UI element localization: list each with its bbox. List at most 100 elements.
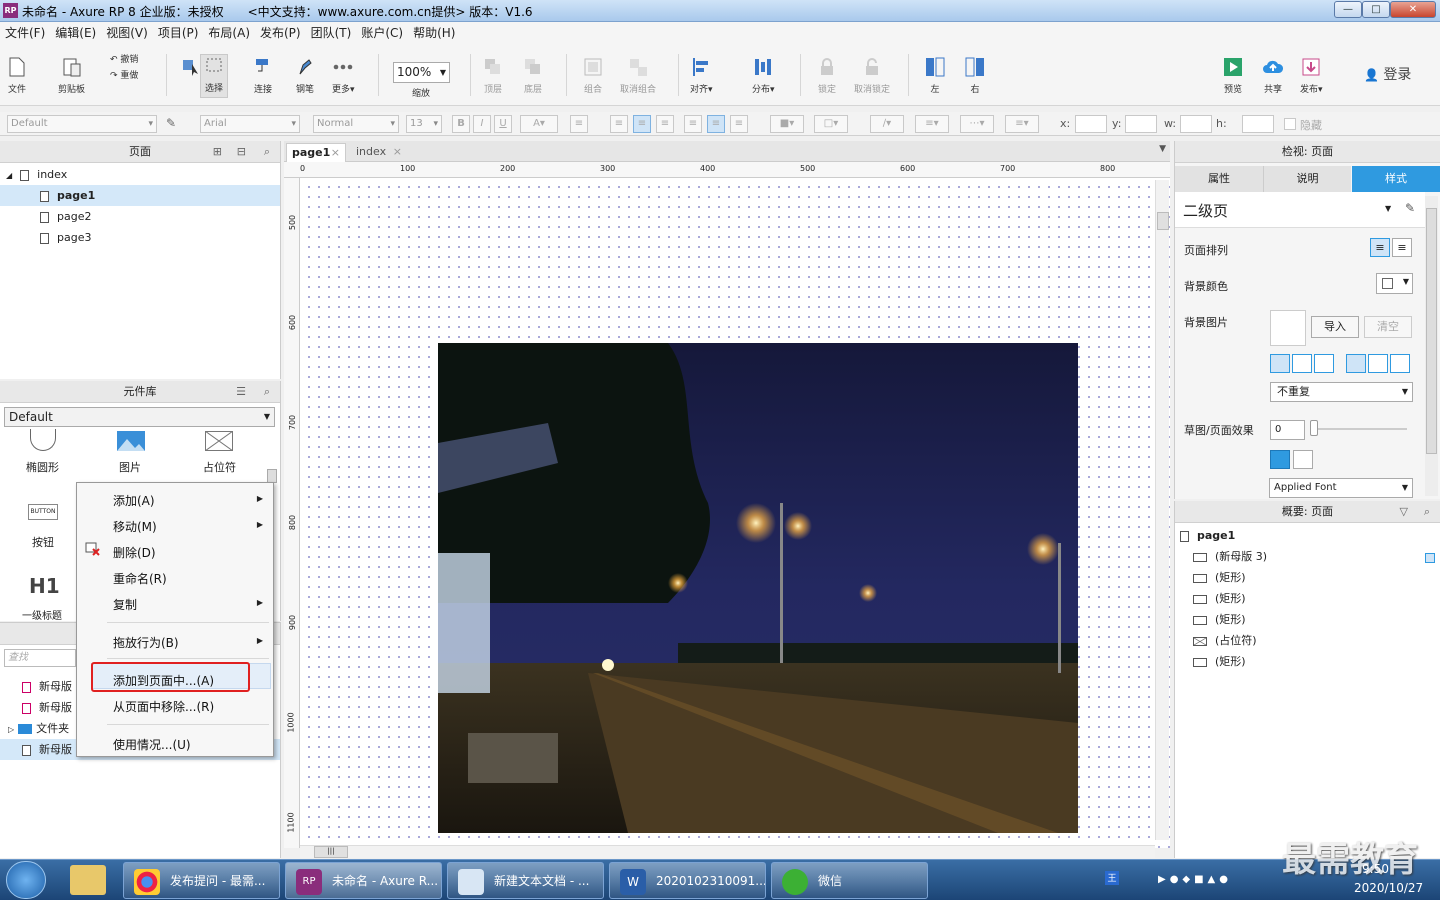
- right-button[interactable]: 右: [964, 56, 986, 95]
- ellipse-widget-icon[interactable]: [30, 429, 56, 451]
- clock-time[interactable]: 9:50: [1362, 862, 1389, 876]
- redo-button[interactable]: ↷ 重做: [110, 68, 138, 81]
- menu-publish[interactable]: 发布(P): [255, 22, 306, 44]
- scroll-thumb[interactable]: [1157, 212, 1169, 230]
- style-edit-icon[interactable]: ✎: [166, 116, 176, 130]
- minimize-button[interactable]: —: [1334, 1, 1362, 18]
- clear-button[interactable]: 清空: [1364, 316, 1412, 338]
- outline-rect-item[interactable]: (矩形): [1193, 569, 1246, 587]
- y-input[interactable]: [1125, 115, 1157, 133]
- menu-item-copy[interactable]: 复制: [113, 596, 137, 613]
- outline-master-item[interactable]: (新母版 3): [1193, 548, 1267, 566]
- valign-middle-icon[interactable]: ≡: [707, 115, 725, 133]
- publish-button[interactable]: 发布▾: [1300, 56, 1323, 95]
- sketch-input[interactable]: 0: [1270, 420, 1305, 440]
- library-scrollbar[interactable]: [267, 469, 277, 483]
- style-select[interactable]: Default: [7, 115, 157, 133]
- menu-item-delete[interactable]: 删除(D): [113, 544, 156, 561]
- ime-icon[interactable]: 王: [1105, 871, 1119, 885]
- line-color-button[interactable]: ∕▾: [870, 115, 904, 133]
- page-style-row[interactable]: 二级页 ▼ ✎: [1175, 192, 1425, 228]
- outline-placeholder-item[interactable]: (占位符): [1193, 632, 1257, 650]
- ungroup-button[interactable]: 取消组合: [620, 56, 656, 95]
- bold-button[interactable]: B: [452, 115, 470, 133]
- align-center-icon[interactable]: ≡: [633, 115, 651, 133]
- menu-account[interactable]: 账户(C): [356, 22, 408, 44]
- outline-rect-item[interactable]: (矩形): [1193, 611, 1246, 629]
- library-select[interactable]: Default ▼: [4, 407, 275, 427]
- taskbar-wechat[interactable]: 微信: [771, 862, 928, 899]
- line-style-button[interactable]: ⋯▾: [960, 115, 994, 133]
- sketch-slider-track[interactable]: [1312, 428, 1407, 430]
- menu-item-usage[interactable]: 使用情况...(U): [113, 736, 191, 753]
- align-button[interactable]: 对齐▾: [690, 56, 713, 95]
- line-width-button[interactable]: ≡▾: [915, 115, 949, 133]
- tray-icons[interactable]: ▶●◆■▲●: [1158, 874, 1278, 888]
- file-explorer-icon[interactable]: [70, 865, 106, 895]
- close-button[interactable]: ✕: [1390, 1, 1436, 18]
- outline-rect-item[interactable]: (矩形): [1193, 653, 1246, 671]
- arrow-style-button[interactable]: ≡▾: [1005, 115, 1039, 133]
- maximize-button[interactable]: □: [1362, 1, 1390, 18]
- h-input[interactable]: [1242, 115, 1274, 133]
- button-widget-icon[interactable]: BUTTON: [28, 504, 58, 520]
- position-top-icon[interactable]: [1346, 354, 1366, 373]
- masters-search-input[interactable]: 查找: [4, 649, 76, 667]
- tab-index[interactable]: index ×: [350, 143, 406, 162]
- taskbar-chrome[interactable]: 发布提问 - 最需...: [123, 862, 280, 899]
- search-icon[interactable]: ⌕: [264, 381, 270, 403]
- connect-button[interactable]: 连接: [252, 56, 274, 95]
- clock-date[interactable]: 2020/10/27: [1354, 881, 1423, 895]
- position-bottom-icon[interactable]: [1390, 354, 1410, 373]
- tab-style[interactable]: 样式: [1352, 166, 1440, 192]
- position-right-icon[interactable]: [1314, 354, 1334, 373]
- color-mode-icon[interactable]: [1270, 450, 1290, 469]
- menu-file[interactable]: 文件(F): [0, 22, 50, 44]
- menu-item-add[interactable]: 添加(A): [113, 492, 155, 509]
- night-street-photo[interactable]: [438, 343, 1078, 833]
- position-middle-icon[interactable]: [1368, 354, 1388, 373]
- canvas-horizontal-scrollbar[interactable]: |||: [300, 845, 1155, 858]
- close-icon[interactable]: ×: [331, 144, 340, 162]
- filter-icon[interactable]: ▽: [1400, 501, 1408, 523]
- menu-item-rename[interactable]: 重命名(R): [113, 570, 167, 587]
- fill-color-button[interactable]: ■▾: [770, 115, 804, 133]
- chevron-down-icon[interactable]: ▼: [1385, 204, 1391, 213]
- group-button[interactable]: 组合: [582, 56, 604, 95]
- taskbar-axure[interactable]: RP 未命名 - Axure R...: [285, 862, 442, 899]
- bg-color-picker[interactable]: ▼: [1376, 273, 1413, 294]
- menu-view[interactable]: 视图(V): [101, 22, 153, 44]
- position-center-icon[interactable]: [1292, 354, 1312, 373]
- import-button[interactable]: 导入: [1311, 316, 1359, 338]
- placeholder-widget-icon[interactable]: [205, 431, 233, 451]
- widget-picker-icon-button[interactable]: [180, 56, 202, 92]
- italic-button[interactable]: I: [473, 115, 491, 133]
- font-color-button[interactable]: A▾: [520, 115, 558, 133]
- align-right-icon[interactable]: ≡: [656, 115, 674, 133]
- edit-style-icon[interactable]: ✎: [1405, 201, 1415, 215]
- tab-properties[interactable]: 属性: [1175, 166, 1263, 192]
- search-icon[interactable]: ⌕: [264, 141, 270, 163]
- canvas-vertical-scrollbar[interactable]: [1155, 180, 1169, 840]
- share-button[interactable]: 共享: [1262, 56, 1284, 95]
- menu-item-move[interactable]: 移动(M): [113, 518, 157, 535]
- bullet-list-icon[interactable]: ≡: [570, 115, 588, 133]
- align-left-page-icon[interactable]: ≡: [1370, 238, 1390, 257]
- menu-project[interactable]: 项目(P): [153, 22, 204, 44]
- bring-to-front-button[interactable]: 顶层: [482, 56, 504, 95]
- unlock-button[interactable]: 取消锁定: [854, 56, 890, 95]
- page-tree-item-page2[interactable]: page2: [0, 206, 280, 227]
- menu-layout[interactable]: 布局(A): [203, 22, 255, 44]
- outline-page-item[interactable]: page1: [1180, 527, 1235, 545]
- close-icon[interactable]: ×: [393, 143, 402, 161]
- pen-button[interactable]: 钢笔: [294, 56, 316, 95]
- font-select[interactable]: Applied Font ▼: [1269, 478, 1413, 498]
- shadow-button[interactable]: □▾: [814, 115, 848, 133]
- menu-item-add-to-pages[interactable]: 添加到页面中...(A): [113, 672, 214, 689]
- position-left-icon[interactable]: [1270, 354, 1290, 373]
- page-tree-item-page1[interactable]: page1: [0, 185, 280, 206]
- inspector-scrollbar[interactable]: [1425, 196, 1438, 496]
- menu-item-drop-behavior[interactable]: 拖放行为(B): [113, 634, 179, 651]
- w-input[interactable]: [1180, 115, 1212, 133]
- preview-button[interactable]: 预览: [1222, 56, 1244, 95]
